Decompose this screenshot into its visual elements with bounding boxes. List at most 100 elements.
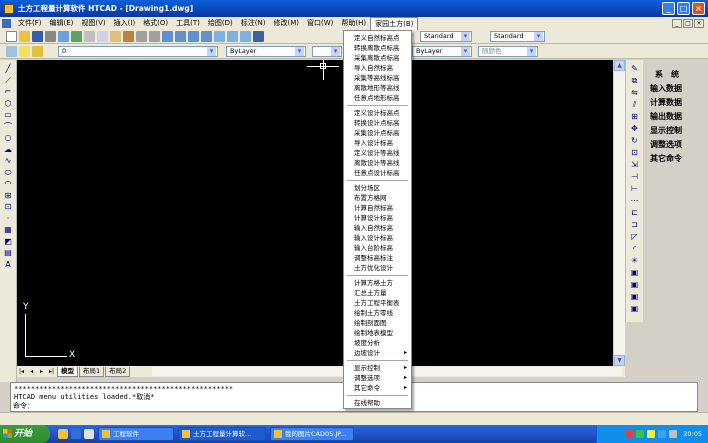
polygon-icon[interactable]: ⬡ bbox=[3, 99, 13, 109]
explode-icon[interactable]: ✳ bbox=[630, 256, 640, 266]
volume-icon[interactable] bbox=[669, 430, 678, 438]
zoom-window-icon[interactable] bbox=[188, 31, 199, 42]
taskbar-item[interactable]: 我的图片CAD05.JP... bbox=[270, 427, 354, 441]
scroll-up-icon[interactable]: ▲ bbox=[614, 60, 625, 71]
rectangle-icon[interactable]: ▭ bbox=[3, 110, 13, 120]
side-menu-output[interactable]: 输出数据 bbox=[645, 110, 708, 124]
doc-close-button[interactable]: × bbox=[694, 19, 704, 28]
desktop-icon[interactable] bbox=[71, 429, 81, 439]
menu-file[interactable]: 文件(F) bbox=[14, 17, 46, 30]
menu-format[interactable]: 格式(O) bbox=[139, 17, 172, 30]
menu-modify[interactable]: 修改(M) bbox=[269, 17, 303, 30]
polyline-icon[interactable]: ⌐ bbox=[3, 87, 13, 97]
extend-icon[interactable]: ⊢ bbox=[630, 184, 640, 194]
move-icon[interactable]: ✥ bbox=[630, 124, 640, 134]
dropdown-menu-item[interactable]: 转换设计点标高 bbox=[344, 118, 411, 128]
zoom-previous-icon[interactable] bbox=[201, 31, 212, 42]
dim-style-select[interactable]: Standard bbox=[490, 31, 545, 42]
dropdown-menu-item[interactable]: 任意点地形标高 bbox=[344, 93, 411, 103]
scroll-down-icon[interactable]: ▼ bbox=[614, 355, 625, 366]
tool-palette-icon[interactable] bbox=[240, 31, 251, 42]
taskbar-item[interactable]: 工程软件 bbox=[98, 427, 174, 441]
menu-view[interactable]: 视图(V) bbox=[77, 17, 109, 30]
save-icon[interactable] bbox=[32, 31, 43, 42]
undo-icon[interactable] bbox=[136, 31, 147, 42]
dropdown-menu-item[interactable]: 计算方格土方 bbox=[344, 278, 411, 288]
doc-minimize-button[interactable]: _ bbox=[672, 19, 682, 28]
side-menu-system[interactable]: 系 统 bbox=[645, 68, 708, 82]
table-icon[interactable]: ▤ bbox=[3, 248, 13, 258]
design-center-icon[interactable] bbox=[227, 31, 238, 42]
menu-tools[interactable]: 工具(T) bbox=[172, 17, 204, 30]
last-tab-icon[interactable]: ▸| bbox=[47, 367, 56, 376]
drawing-canvas[interactable]: Y X bbox=[17, 60, 613, 366]
dropdown-menu-item[interactable]: 在线帮助 bbox=[344, 398, 411, 408]
prev-tab-icon[interactable]: ◂ bbox=[27, 367, 36, 376]
lineweight-select[interactable]: ByLayer bbox=[412, 46, 472, 57]
dropdown-menu-item[interactable]: 转换离散点标高 bbox=[344, 43, 411, 53]
menu-dimension[interactable]: 标注(N) bbox=[237, 17, 270, 30]
scale-icon[interactable]: ⊡ bbox=[630, 148, 640, 158]
dropdown-menu-item[interactable]: 计算设计标高 bbox=[344, 213, 411, 223]
minimize-button[interactable]: _ bbox=[662, 2, 675, 15]
dropdown-menu-item[interactable]: 导入自然标高 bbox=[344, 63, 411, 73]
dropdown-menu-item[interactable]: 土方优化设计 bbox=[344, 263, 411, 273]
plotstyle-select[interactable]: 随颜色 bbox=[478, 46, 538, 57]
menu-help[interactable]: 帮助(H) bbox=[337, 17, 370, 30]
first-tab-icon[interactable]: |◂ bbox=[17, 367, 26, 376]
dropdown-menu-item[interactable]: 计算自然标高 bbox=[344, 203, 411, 213]
layer-on-icon[interactable] bbox=[19, 45, 30, 57]
dropdown-menu-item[interactable]: 其它命令 bbox=[344, 383, 411, 393]
dropdown-menu-item[interactable]: 汇总土方量 bbox=[344, 288, 411, 298]
side-menu-display[interactable]: 显示控制 bbox=[645, 124, 708, 138]
dropdown-menu-item[interactable]: 采集设计点标高 bbox=[344, 128, 411, 138]
dropdown-menu-item[interactable]: 任意点设计标高 bbox=[344, 168, 411, 178]
dropdown-menu-item[interactable]: 土方工程平衡表 bbox=[344, 298, 411, 308]
dropdown-menu-item[interactable]: 绘制土方零线 bbox=[344, 308, 411, 318]
tray-icon[interactable] bbox=[658, 430, 667, 438]
side-menu-compute[interactable]: 计算数据 bbox=[645, 96, 708, 110]
menu-draw[interactable]: 绘图(D) bbox=[204, 17, 237, 30]
next-tab-icon[interactable]: ▸ bbox=[37, 367, 46, 376]
layer-tool-4-icon[interactable]: ▣ bbox=[630, 304, 640, 314]
dropdown-menu-item[interactable]: 显示控制 bbox=[344, 363, 411, 373]
erase-icon[interactable]: ✎ bbox=[630, 64, 640, 74]
rotate-icon[interactable]: ↻ bbox=[630, 136, 640, 146]
open-icon[interactable] bbox=[19, 31, 30, 42]
tab-model[interactable]: 模型 bbox=[57, 366, 78, 377]
redo-icon[interactable] bbox=[149, 31, 160, 42]
ie-icon[interactable] bbox=[58, 429, 68, 439]
menu-window[interactable]: 窗口(W) bbox=[303, 17, 337, 30]
doc-restore-button[interactable]: □ bbox=[683, 19, 693, 28]
tray-icon[interactable] bbox=[625, 430, 634, 438]
menu-earthwork[interactable]: 家园土方(B) bbox=[370, 17, 419, 30]
publish-icon[interactable] bbox=[71, 31, 82, 42]
make-block-icon[interactable]: ⊡ bbox=[3, 202, 13, 212]
pan-icon[interactable] bbox=[162, 31, 173, 42]
dropdown-menu-item[interactable]: 采集等高线标高 bbox=[344, 73, 411, 83]
layer-tool-3-icon[interactable]: ▣ bbox=[630, 292, 640, 302]
layer-freeze-icon[interactable] bbox=[32, 45, 43, 57]
dropdown-menu-item[interactable]: 定义设计标高点 bbox=[344, 108, 411, 118]
paste-icon[interactable] bbox=[110, 31, 121, 42]
side-menu-other[interactable]: 其它命令 bbox=[645, 152, 708, 166]
new-icon[interactable] bbox=[6, 31, 17, 42]
arc-icon[interactable]: ⌒ bbox=[3, 122, 13, 132]
dropdown-menu-item[interactable]: 输入台阶标高 bbox=[344, 243, 411, 253]
menu-edit[interactable]: 编辑(E) bbox=[46, 17, 78, 30]
join-icon[interactable]: ⊐ bbox=[630, 220, 640, 230]
side-menu-input[interactable]: 输入数据 bbox=[645, 82, 708, 96]
dropdown-menu-item[interactable]: 离散设计等高线 bbox=[344, 158, 411, 168]
hatch-icon[interactable]: ▦ bbox=[3, 225, 13, 235]
ellipse-arc-icon[interactable]: ◠ bbox=[3, 179, 13, 189]
copy-icon[interactable] bbox=[97, 31, 108, 42]
vertical-scrollbar[interactable]: ▲ ▼ bbox=[613, 60, 625, 366]
region-icon[interactable]: ◩ bbox=[3, 237, 13, 247]
dropdown-menu-item[interactable]: 定义自然标高点 bbox=[344, 33, 411, 43]
text-style-select[interactable]: Standard bbox=[420, 31, 472, 42]
dropdown-menu-item[interactable]: 边坡设计 bbox=[344, 348, 411, 358]
copy-object-icon[interactable]: ⧉ bbox=[630, 76, 640, 86]
dropdown-menu-item[interactable]: 坡度分析 bbox=[344, 338, 411, 348]
stretch-icon[interactable]: ⇲ bbox=[630, 160, 640, 170]
layer-tool-2-icon[interactable]: ▣ bbox=[630, 280, 640, 290]
